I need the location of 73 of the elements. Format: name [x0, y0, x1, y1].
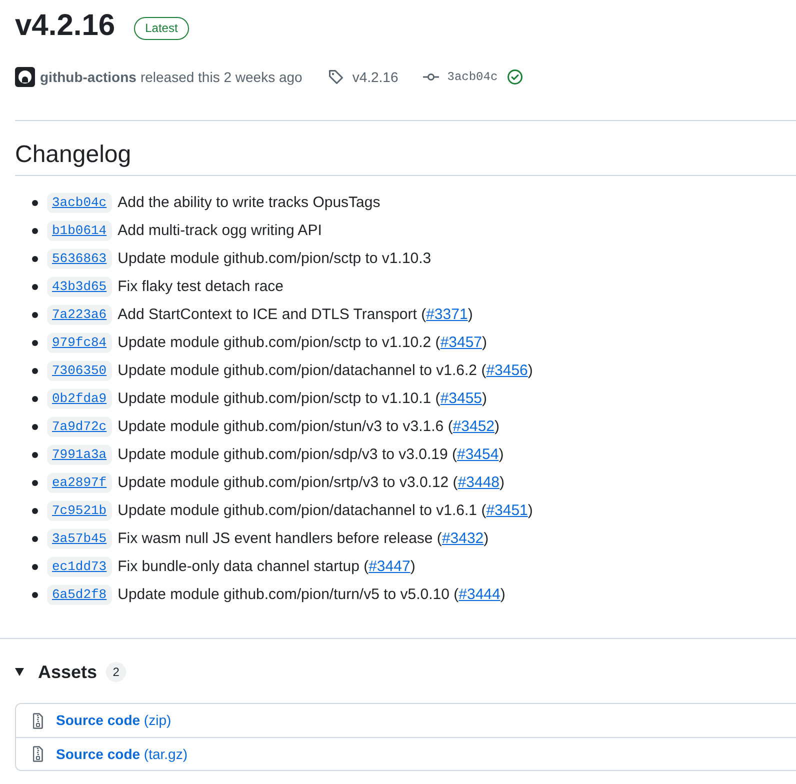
release-time: released this 2 weeks ago [140, 68, 302, 87]
bullet-icon [32, 256, 38, 262]
commit-sha-link[interactable]: 43b3d65 [47, 277, 112, 297]
assets-heading: Assets [38, 661, 98, 684]
commit-sha-link[interactable]: ec1dd73 [47, 557, 112, 577]
bullet-icon [32, 228, 38, 234]
commit-sha-link[interactable]: 3acb04c [47, 193, 112, 213]
changelog-heading: Changelog [15, 140, 796, 176]
bullet-icon [32, 480, 38, 486]
verified-check-icon[interactable] [506, 69, 523, 85]
pull-request-link[interactable]: #3444 [458, 586, 500, 603]
bullet-icon [32, 368, 38, 374]
commit-message: Add StartContext to ICE and DTLS Transport (#3371) [118, 304, 473, 325]
tag-link[interactable]: v4.2.16 [352, 66, 398, 88]
commit-message: Update module github.com/pion/sctp to v1.10.1 (#3455) [118, 388, 488, 409]
pull-request-link[interactable]: #3451 [486, 502, 528, 519]
commit-message: Update module github.com/pion/sdp/v3 to v3.0.19 (#3454) [118, 444, 504, 465]
commit-sha-link[interactable]: 7991a3a [47, 445, 112, 465]
commit-message: Add multi-track ogg writing API [118, 220, 322, 241]
pull-request-link[interactable]: #3455 [440, 390, 482, 407]
commit-message: Update module github.com/pion/sctp to v1.10.2 (#3457) [118, 332, 488, 353]
asset-download-link[interactable]: Source code (zip) [56, 710, 172, 731]
commit-message: Update module github.com/pion/datachannel to v1.6.2 (#3456) [118, 360, 533, 381]
commit-sha-link[interactable]: 3a57b45 [47, 529, 112, 549]
bullet-icon [32, 200, 38, 206]
commit-message: Update module github.com/pion/datachannel to v1.6.1 (#3451) [118, 500, 533, 521]
commit-sha-link[interactable]: 0b2fda9 [47, 389, 112, 409]
author-link[interactable]: github-actions [40, 66, 136, 88]
bullet-icon [32, 564, 38, 570]
pull-request-link[interactable]: #3371 [426, 306, 468, 323]
avatar-icon[interactable] [15, 67, 35, 87]
commit-sha-link[interactable]: b1b0614 [47, 221, 112, 241]
commit-message: Update module github.com/pion/sctp to v1.10.3 [118, 248, 432, 269]
pull-request-link[interactable]: #3457 [440, 334, 482, 351]
asset-download-link[interactable]: Source code (tar.gz) [56, 744, 188, 764]
tag-icon [328, 69, 344, 85]
pull-request-link[interactable]: #3452 [452, 418, 495, 435]
commit-message: Fix bundle-only data channel startup (#3447) [118, 556, 416, 577]
commit-message: Update module github.com/pion/stun/v3 to v3.1.6 (#3452) [118, 416, 500, 437]
commit-message: Add the ability to write tracks OpusTags [118, 192, 380, 213]
zip-file-icon [33, 746, 43, 762]
commit-message: Fix wasm null JS event handlers before release (#3432) [118, 528, 489, 549]
bullet-icon [32, 312, 38, 318]
commit-sha-link[interactable]: ea2897f [47, 473, 112, 493]
bullet-icon [32, 396, 38, 402]
zip-file-icon [33, 712, 43, 728]
pull-request-link[interactable]: #3432 [442, 530, 484, 547]
pull-request-link[interactable]: #3454 [456, 446, 499, 463]
commit-sha-link[interactable]: 7c9521b [47, 501, 112, 521]
commit-link[interactable]: 3acb04c [447, 68, 498, 86]
bullet-icon [32, 452, 38, 458]
commit-sha-link[interactable]: 5636863 [47, 249, 112, 269]
commit-message: Update module github.com/pion/turn/v5 to v5.0.10 (#3444) [118, 584, 506, 605]
bullet-icon [32, 424, 38, 430]
disclosure-triangle-icon[interactable] [15, 668, 24, 676]
commit-sha-link[interactable]: 979fc84 [47, 333, 112, 353]
bullet-icon [32, 592, 38, 598]
bullet-icon [32, 536, 38, 542]
latest-badge: Latest [134, 16, 189, 40]
bullet-icon [32, 340, 38, 346]
pull-request-link[interactable]: #3447 [368, 558, 410, 575]
commit-message: Fix flaky test detach race [118, 276, 284, 297]
commit-sha-link[interactable]: 6a5d2f8 [47, 585, 112, 605]
commit-sha-link[interactable]: 7a9d72c [47, 417, 112, 437]
commit-sha-link[interactable]: 7a223a6 [47, 305, 112, 325]
bullet-icon [32, 508, 38, 514]
pull-request-link[interactable]: #3448 [458, 474, 500, 491]
asset-count-badge: 2 [106, 662, 126, 682]
bullet-icon [32, 284, 38, 290]
release-title: v4.2.16 [15, 8, 116, 44]
commit-message: Update module github.com/pion/srtp/v3 to v3.0.12 (#3448) [118, 472, 505, 493]
commit-sha-link[interactable]: 7306350 [47, 361, 112, 381]
pull-request-link[interactable]: #3456 [486, 362, 528, 379]
